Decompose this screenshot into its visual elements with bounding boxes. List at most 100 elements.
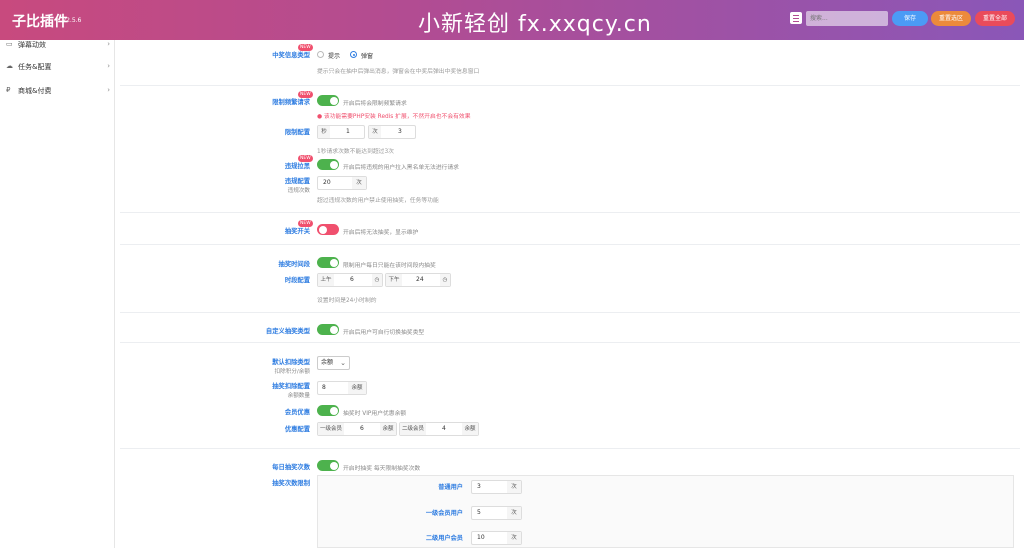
vip1-unit: 余额 <box>380 423 396 435</box>
violation-config-sub: 违规次数 <box>287 188 310 194</box>
deduct-type-sub: 扣除积分/余额 <box>274 369 310 375</box>
vip-discount-label: 会员优惠 <box>284 409 310 416</box>
divider <box>120 448 1020 449</box>
sidebar-item-label: 弹幕动效 <box>18 41 46 49</box>
seconds-field[interactable]: 秒 1 <box>317 125 365 139</box>
sidebar: ▭ 弹幕动效 › ☁ 任务&配置 › ₽ 商城&付费 › <box>0 40 115 548</box>
seconds-addon: 秒 <box>318 126 330 138</box>
new-badge: NEW <box>298 155 313 162</box>
deduct-type-value: 余额 <box>321 359 334 366</box>
daily-count-label: 每日抽奖次数 <box>272 464 310 471</box>
deduct-amount-value: 8 <box>322 384 326 391</box>
search-input[interactable] <box>806 11 888 26</box>
lottery-switch-label: 抽奖开关 <box>284 228 310 235</box>
violation-count-field[interactable]: 20 次 <box>317 176 367 190</box>
clock-icon: ◷ <box>372 274 382 286</box>
reset-all-button[interactable]: 重置全部 <box>975 11 1015 26</box>
pm-field[interactable]: 下午 24 ◷ <box>385 273 451 287</box>
rate-limit-toggle[interactable] <box>317 95 339 106</box>
vip1-addon: 一级会员 <box>318 423 344 435</box>
divider <box>120 212 1020 213</box>
limit-config-hint: 1秒请求次数不能达到超过3次 <box>317 149 394 155</box>
vip-discount-toggle[interactable] <box>317 405 339 416</box>
daily-count-toggle[interactable] <box>317 460 339 471</box>
divider <box>120 312 1020 313</box>
deduct-type-select[interactable]: 余额 ⌄ <box>317 356 350 370</box>
save-button[interactable]: 保存 <box>892 11 928 26</box>
new-badge: NEW <box>298 44 313 51</box>
rate-limit-toggle-text: 开启后将会限制频繁请求 <box>343 101 407 107</box>
custom-type-label: 自定义抽奖类型 <box>265 328 310 335</box>
chevron-right-icon: › <box>107 62 110 70</box>
deduct-config-label: 抽奖扣除配置 <box>272 383 310 390</box>
vip2-unit: 余额 <box>462 423 478 435</box>
deduct-type-label: 默认扣除类型 <box>272 359 310 366</box>
cloud-icon: ☁ <box>6 62 13 70</box>
custom-type-toggle[interactable] <box>317 324 339 335</box>
radio-popup-label: 弹窗 <box>361 53 374 60</box>
count-row-field[interactable]: 10 次 <box>471 531 522 545</box>
sidebar-item-label: 任务&配置 <box>18 63 52 71</box>
violation-count-unit: 次 <box>352 177 366 189</box>
am-addon: 上午 <box>318 274 334 286</box>
time-slot-toggle-text: 限制用户每日只能在该时间段内抽奖 <box>343 263 436 269</box>
settings-main <box>115 40 1024 548</box>
radio-popup[interactable] <box>350 51 357 58</box>
vip1-field[interactable]: 一级会员 6 余额 <box>317 422 397 436</box>
count-row-label: 普通用户 <box>438 484 463 491</box>
menu-icon[interactable] <box>790 12 802 24</box>
time-config-hint: 设置时间是24小时制的 <box>317 298 377 304</box>
prize-info-hint: 提示只会在抽中后弹出消息，弹窗会在中奖后弹出中奖信息窗口 <box>317 69 480 75</box>
count-row-label: 一级会员用户 <box>425 510 463 517</box>
lottery-switch-toggle-text: 开启后将无法抽奖，显示维护 <box>343 230 419 236</box>
deduct-amount-field[interactable]: 8 余额 <box>317 381 367 395</box>
blacklist-label: 违规拉黑 <box>284 163 310 170</box>
times-field[interactable]: 次 3 <box>368 125 416 139</box>
count-row-unit: 次 <box>507 507 521 519</box>
redis-warning-text: 该功能需要PHP安装 Redis 扩展，不然开启也不会有效果 <box>323 114 471 120</box>
deduct-amount-unit: 余额 <box>348 382 366 394</box>
count-limit-label: 抽奖次数限制 <box>272 480 310 487</box>
count-row-value: 5 <box>477 509 481 516</box>
vip2-field[interactable]: 二级会员 4 余额 <box>399 422 479 436</box>
times-addon: 次 <box>369 126 381 138</box>
reset-section-button[interactable]: 重置选区 <box>931 11 971 26</box>
count-row-unit: 次 <box>507 481 521 493</box>
brand-title: 子比插件 <box>12 14 68 30</box>
discount-config-label: 优惠配置 <box>284 426 310 433</box>
count-row-unit: 次 <box>507 532 521 544</box>
sidebar-item-tasks[interactable]: ☁ 任务&配置 › <box>0 56 115 78</box>
seconds-value: 1 <box>346 128 350 135</box>
top-header-bar: 子比插件 V2.5.6 小新轻创 fx.xxqcy.cn 保存 重置选区 重置全… <box>0 0 1024 40</box>
count-row-value: 10 <box>477 534 485 541</box>
clock-icon: ◷ <box>440 274 450 286</box>
limit-config-label: 限制配置 <box>284 129 310 136</box>
new-badge: NEW <box>298 91 313 98</box>
am-field[interactable]: 上午 6 ◷ <box>317 273 383 287</box>
rate-limit-label: 限制频繁请求 <box>272 99 310 106</box>
divider <box>120 85 1020 86</box>
am-value: 6 <box>350 276 354 283</box>
time-config-label: 时段配置 <box>284 277 310 284</box>
vip2-value: 4 <box>442 425 446 432</box>
time-slot-toggle[interactable] <box>317 257 339 268</box>
pm-addon: 下午 <box>386 274 402 286</box>
radio-prompt[interactable] <box>317 51 324 58</box>
lottery-switch-toggle[interactable] <box>317 224 339 235</box>
count-row-field[interactable]: 3 次 <box>471 480 522 494</box>
custom-type-toggle-text: 开启后用户可自行切换抽奖类型 <box>343 330 425 336</box>
count-row-field[interactable]: 5 次 <box>471 506 522 520</box>
times-value: 3 <box>398 128 402 135</box>
blacklist-toggle[interactable] <box>317 159 339 170</box>
count-row-value: 3 <box>477 483 481 490</box>
divider <box>120 244 1020 245</box>
chevron-right-icon: › <box>107 86 110 94</box>
sidebar-item-danmu[interactable]: ▭ 弹幕动效 › <box>0 34 115 56</box>
watermark-text: 小新轻创 fx.xxqcy.cn <box>418 12 652 37</box>
time-slot-label: 抽奖时间段 <box>278 261 310 268</box>
pm-value: 24 <box>416 276 424 283</box>
currency-icon: ₽ <box>6 86 11 94</box>
sidebar-item-mall[interactable]: ₽ 商城&付费 › <box>0 80 115 102</box>
deduct-config-sub: 余额数量 <box>287 393 310 399</box>
vip1-value: 6 <box>360 425 364 432</box>
